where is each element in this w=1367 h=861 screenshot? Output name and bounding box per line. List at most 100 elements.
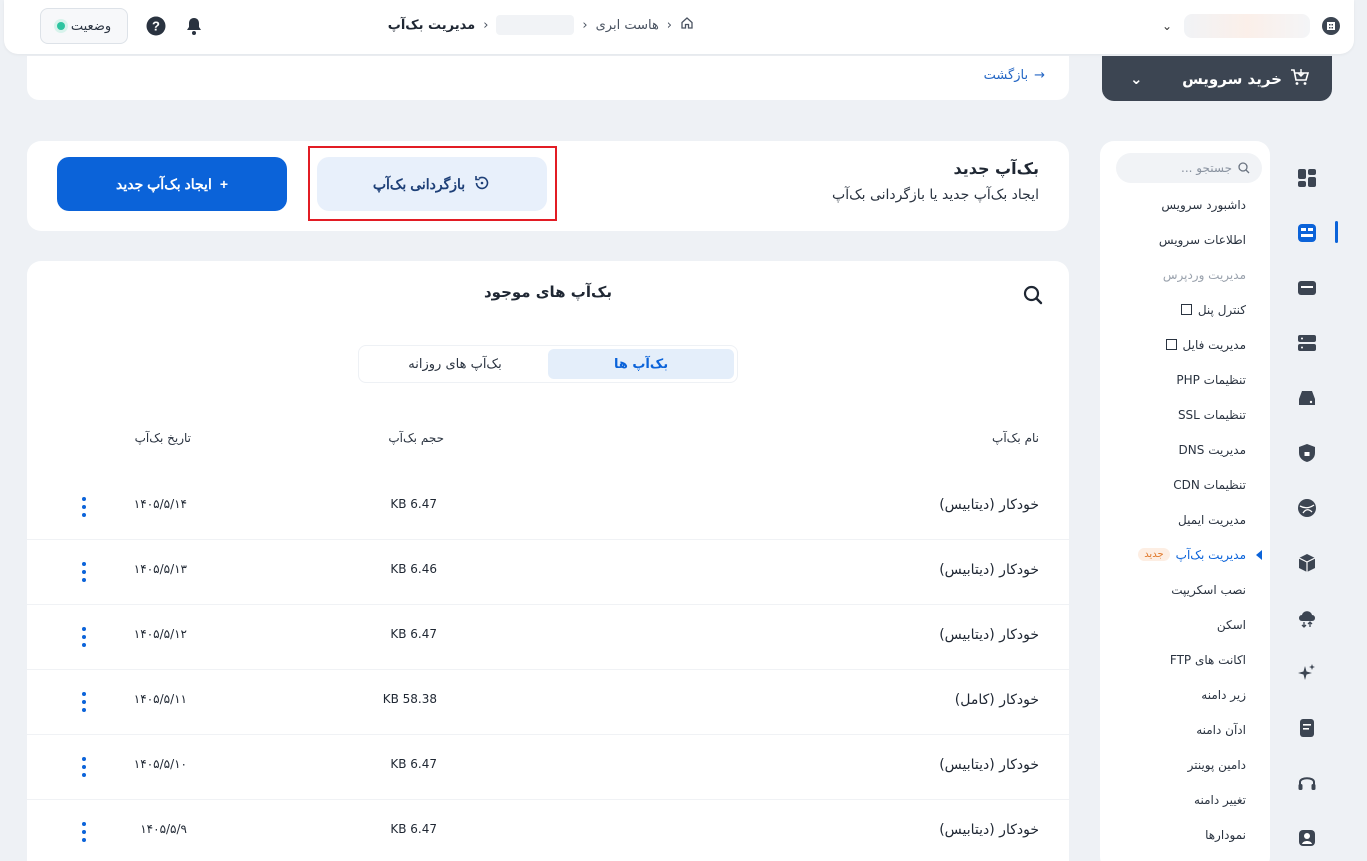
search-icon[interactable] [1021,285,1043,307]
sidebar-item-label: اسکن [1216,617,1246,632]
document-icon [1300,718,1314,737]
rail-invoice[interactable] [1280,700,1334,755]
backup-list-card: بک‌آپ های موجود بک‌آپ ها بک‌آپ های روزان… [27,261,1069,861]
sidebar-item[interactable]: زیر دامنه [1106,677,1246,712]
host-panel-icon [1298,223,1316,242]
table-row: خودکار (کامل) 58.38 KB ۱۴۰۵/۵/۱۱ [27,670,1069,735]
status-button[interactable]: وضعیت [40,8,128,44]
rail-profile[interactable] [1280,810,1334,861]
sidebar-search-placeholder: جستجو ... [1181,161,1232,175]
breadcrumb-item-redacted[interactable] [496,15,575,35]
cell-size: 6.47 KB [390,757,437,771]
breadcrumb-item-cloud-host[interactable]: هاست ابری [596,18,659,33]
sidebar-item[interactable]: داشبورد سرویس [1106,187,1246,222]
cell-date: ۱۴۰۵/۵/۱۱ [133,692,187,706]
sidebar-item[interactable]: اکانت های FTP [1106,642,1246,677]
sidebar-item[interactable]: اسکن [1106,607,1246,642]
buy-service-button[interactable]: خرید سرویس ⌄ [1102,56,1332,101]
rail-cloud[interactable] [1280,590,1334,645]
sidebar-item[interactable]: ادآن دامنه [1106,712,1246,747]
tab-daily-backups[interactable]: بک‌آپ های روزانه [362,349,548,379]
kebab-menu-icon[interactable] [81,757,87,777]
back-link[interactable]: → بازگشت [984,68,1045,83]
rail-vps[interactable] [1280,315,1334,370]
arrow-right-icon: → [1034,68,1045,83]
breadcrumb-separator-icon: ‹ [582,17,588,33]
sidebar-item[interactable]: نمودارها [1106,817,1246,852]
sidebar-item[interactable]: تنظیمات PHP [1106,362,1246,397]
kebab-menu-icon[interactable] [81,497,87,517]
sidebar-icon-rail [1280,150,1338,861]
sidebar-item-label: تنظیمات SSL [1177,407,1246,422]
sidebar-item[interactable]: کنترل پنل [1106,292,1246,327]
rail-storage[interactable] [1280,370,1334,425]
table-row: خودکار (دیتابیس) 6.47 KB ۱۴۰۵/۵/۱۰ [27,735,1069,800]
user-icon [1299,829,1315,846]
sidebar-item-label: مدیریت بک‌آپ [1175,547,1246,562]
sidebar-item-label: اطلاعات سرویس [1158,232,1246,247]
cell-size: 6.47 KB [390,822,437,836]
create-backup-button[interactable]: + ایجاد بک‌آپ جدید [57,157,287,211]
svg-text:?: ? [152,19,160,34]
column-header-size: حجم بک‌آپ [388,431,444,445]
rail-server[interactable] [1280,260,1334,315]
sidebar-item-label: زیر دامنه [1201,687,1246,702]
backup-list-title: بک‌آپ های موجود [483,283,613,301]
sidebar-item[interactable]: تنظیمات CDN [1106,467,1246,502]
cell-name: خودکار (کامل) [954,692,1039,708]
cell-size: 6.46 KB [390,562,437,576]
status-indicator-icon [56,22,65,30]
column-header-name: نام بک‌آپ [992,431,1039,445]
vps-icon [1298,334,1316,351]
globe-icon [1298,498,1316,517]
rail-dashboard[interactable] [1280,150,1334,205]
sidebar-item[interactable]: مدیریت DNS [1106,432,1246,467]
kebab-menu-icon[interactable] [81,822,87,842]
sidebar-item[interactable]: مدیریت فایل [1106,327,1246,362]
rail-host[interactable] [1280,205,1338,260]
rail-package[interactable] [1280,535,1334,590]
restore-backup-button[interactable]: بازگردانی بک‌آپ [317,157,547,211]
new-backup-card: بک‌آپ جدید ایجاد بک‌آپ جدید یا بازگردانی… [27,141,1069,231]
sidebar-item[interactable]: تنظیمات SSL [1106,397,1246,432]
new-backup-title: بک‌آپ جدید [953,159,1039,178]
sidebar-item[interactable]: دامین پوینتر [1106,747,1246,782]
sidebar-item-label: ادآن دامنه [1196,722,1246,737]
sidebar-item[interactable]: اطلاعات سرویس [1106,222,1246,257]
sidebar-item-label: مدیریت DNS [1178,442,1246,457]
kebab-menu-icon[interactable] [81,562,87,582]
bell-icon[interactable] [184,16,204,36]
sidebar-item[interactable]: مدیریت ایمیل [1106,502,1246,537]
home-icon[interactable] [680,16,694,34]
rail-network[interactable] [1280,480,1334,535]
sidebar-search-input[interactable]: جستجو ... [1116,153,1262,183]
sidebar-item[interactable]: مدیریت وردپرس [1106,257,1246,292]
table-row: خودکار (دیتابیس) 6.47 KB ۱۴۰۵/۵/۱۲ [27,605,1069,670]
rail-ai[interactable] [1280,645,1334,700]
column-header-date: تاریخ بک‌آپ [134,431,191,445]
kebab-menu-icon[interactable] [81,627,87,647]
sidebar-item[interactable]: تغییر دامنه [1106,782,1246,817]
chevron-down-icon: ⌄ [1161,19,1172,33]
kebab-menu-icon[interactable] [81,692,87,712]
external-link-icon [1165,339,1177,350]
cell-date: ۱۴۰۵/۵/۱۴ [133,497,187,511]
sidebar-menu: جستجو ... داشبورد سرویس اطلاعات سرویس مدیر… [1100,141,1270,861]
sidebar-item-label: تنظیمات CDN [1173,477,1246,492]
cell-name: خودکار (دیتابیس) [939,562,1039,578]
server-icon [1298,280,1316,295]
rail-security[interactable] [1280,425,1334,480]
rail-support[interactable] [1280,755,1334,810]
storage-icon [1299,390,1315,405]
cell-name: خودکار (دیتابیس) [939,822,1039,838]
tab-backups[interactable]: بک‌آپ ها [548,349,734,379]
cart-icon [1290,68,1310,90]
breadcrumb-separator-icon: ‹ [483,17,489,33]
help-icon[interactable]: ? [146,16,166,36]
sidebar-item-label: کنترل پنل [1197,302,1246,317]
account-menu[interactable]: ⌄ [1162,14,1340,38]
sidebar-item[interactable]: نصب اسکریپت [1106,572,1246,607]
cell-size: 6.47 KB [390,497,437,511]
sidebar-item[interactable]: مدیریت بک‌آپ جدید [1106,537,1262,572]
restore-icon [473,174,491,195]
